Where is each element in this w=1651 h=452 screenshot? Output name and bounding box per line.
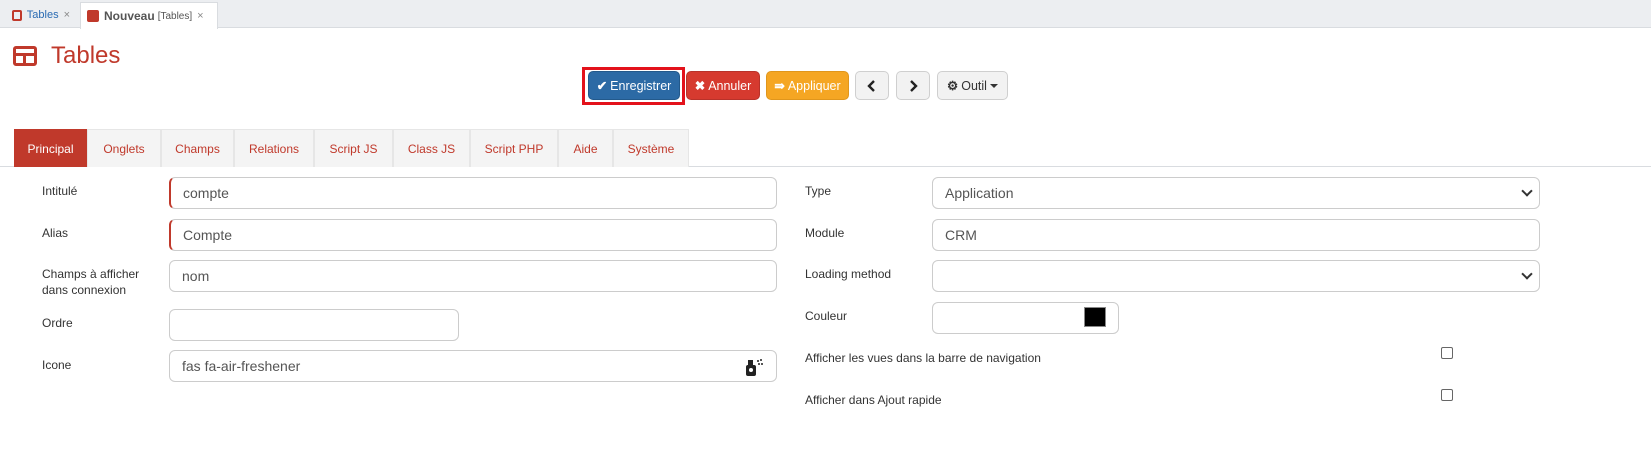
intitule-input[interactable]: compte: [169, 177, 777, 209]
page-title: Tables: [51, 42, 121, 69]
check-icon: ✔: [596, 79, 608, 93]
champs-value: nom: [182, 268, 210, 284]
alias-input[interactable]: Compte: [169, 219, 777, 251]
tab-systeme[interactable]: Système: [613, 129, 689, 167]
doc-tab-label: Tables: [26, 9, 59, 21]
previous-button[interactable]: [855, 71, 889, 100]
module-input[interactable]: CRM: [932, 219, 1540, 251]
tab-principal[interactable]: Principal: [14, 129, 87, 167]
tool-button-label: Outil: [961, 78, 987, 93]
tab-class-js[interactable]: Class JS: [393, 129, 470, 167]
close-icon[interactable]: ×: [197, 10, 203, 22]
ajout-rapide-checkbox[interactable]: [1441, 389, 1453, 401]
champs-label: Champs à afficher dans connexion: [42, 266, 139, 298]
save-button-label: Enregistrer: [610, 78, 672, 93]
doc-tab-sublabel: [Tables]: [157, 10, 193, 22]
table-icon: [12, 9, 22, 21]
ordre-label: Ordre: [42, 316, 73, 330]
save-button[interactable]: ✔ Enregistrer: [588, 71, 680, 100]
alias-label: Alias: [42, 226, 69, 240]
type-select[interactable]: Application: [932, 177, 1540, 209]
ajout-rapide-label: Afficher dans Ajout rapide: [805, 393, 942, 407]
champs-label-line2: dans connexion: [42, 283, 127, 297]
air-freshener-icon: [746, 359, 763, 376]
alias-value: Compte: [183, 227, 233, 243]
apply-button[interactable]: ⇛ Appliquer: [766, 71, 849, 100]
table-icon: [87, 10, 99, 22]
section-tabs: Principal Onglets Champs Relations Scrip…: [0, 129, 1651, 167]
loading-method-select[interactable]: [932, 260, 1540, 292]
apply-icon: ⇛: [774, 79, 785, 93]
chevron-down-icon: [1521, 185, 1533, 197]
icone-input[interactable]: fas fa-air-freshener: [169, 350, 777, 382]
cancel-button-label: Annuler: [708, 78, 752, 93]
chevron-down-icon: [1521, 268, 1533, 280]
tab-relations[interactable]: Relations: [234, 129, 314, 167]
next-button[interactable]: [896, 71, 930, 100]
gear-icon: ⚙: [947, 79, 959, 93]
apply-button-label: Appliquer: [787, 78, 841, 93]
doc-tab-label: Nouveau: [104, 9, 155, 23]
cancel-button[interactable]: ✖ Annuler: [686, 71, 760, 100]
ordre-input[interactable]: [169, 309, 459, 341]
tab-script-php[interactable]: Script PHP: [470, 129, 558, 167]
couleur-label: Couleur: [805, 309, 848, 323]
icone-value: fas fa-air-freshener: [182, 358, 301, 374]
chevron-left-icon: [867, 79, 875, 92]
tab-champs[interactable]: Champs: [161, 129, 234, 167]
close-icon[interactable]: ×: [64, 9, 70, 21]
tool-dropdown-button[interactable]: ⚙ Outil: [937, 71, 1008, 100]
intitule-label: Intitulé: [42, 184, 78, 198]
intitule-value: compte: [183, 185, 229, 201]
champs-input[interactable]: nom: [169, 260, 777, 292]
tab-onglets[interactable]: Onglets: [87, 129, 161, 167]
doc-tab-tables[interactable]: Tables ×: [6, 2, 76, 28]
type-value: Application: [945, 185, 1014, 201]
champs-label-line1: Champs à afficher: [42, 267, 140, 281]
module-label: Module: [805, 226, 845, 240]
afficher-vues-label: Afficher les vues dans la barre de navig…: [805, 351, 1041, 365]
doc-tab-nouveau[interactable]: Nouveau [Tables] ×: [80, 2, 218, 29]
page-header: Tables: [13, 42, 120, 70]
type-label: Type: [805, 184, 832, 198]
caret-down-icon: [989, 83, 998, 88]
tab-script-js[interactable]: Script JS: [314, 129, 393, 167]
tab-aide[interactable]: Aide: [558, 129, 613, 167]
color-swatch[interactable]: [1084, 307, 1106, 327]
chevron-right-icon: [910, 79, 918, 92]
times-icon: ✖: [694, 79, 706, 93]
document-tab-bar: Tables × Nouveau [Tables] ×: [0, 0, 1651, 29]
afficher-vues-checkbox[interactable]: [1441, 347, 1453, 359]
loading-method-label: Loading method: [805, 267, 892, 281]
table-icon: [13, 46, 37, 66]
module-value: CRM: [945, 227, 977, 243]
icone-label: Icone: [42, 358, 72, 372]
